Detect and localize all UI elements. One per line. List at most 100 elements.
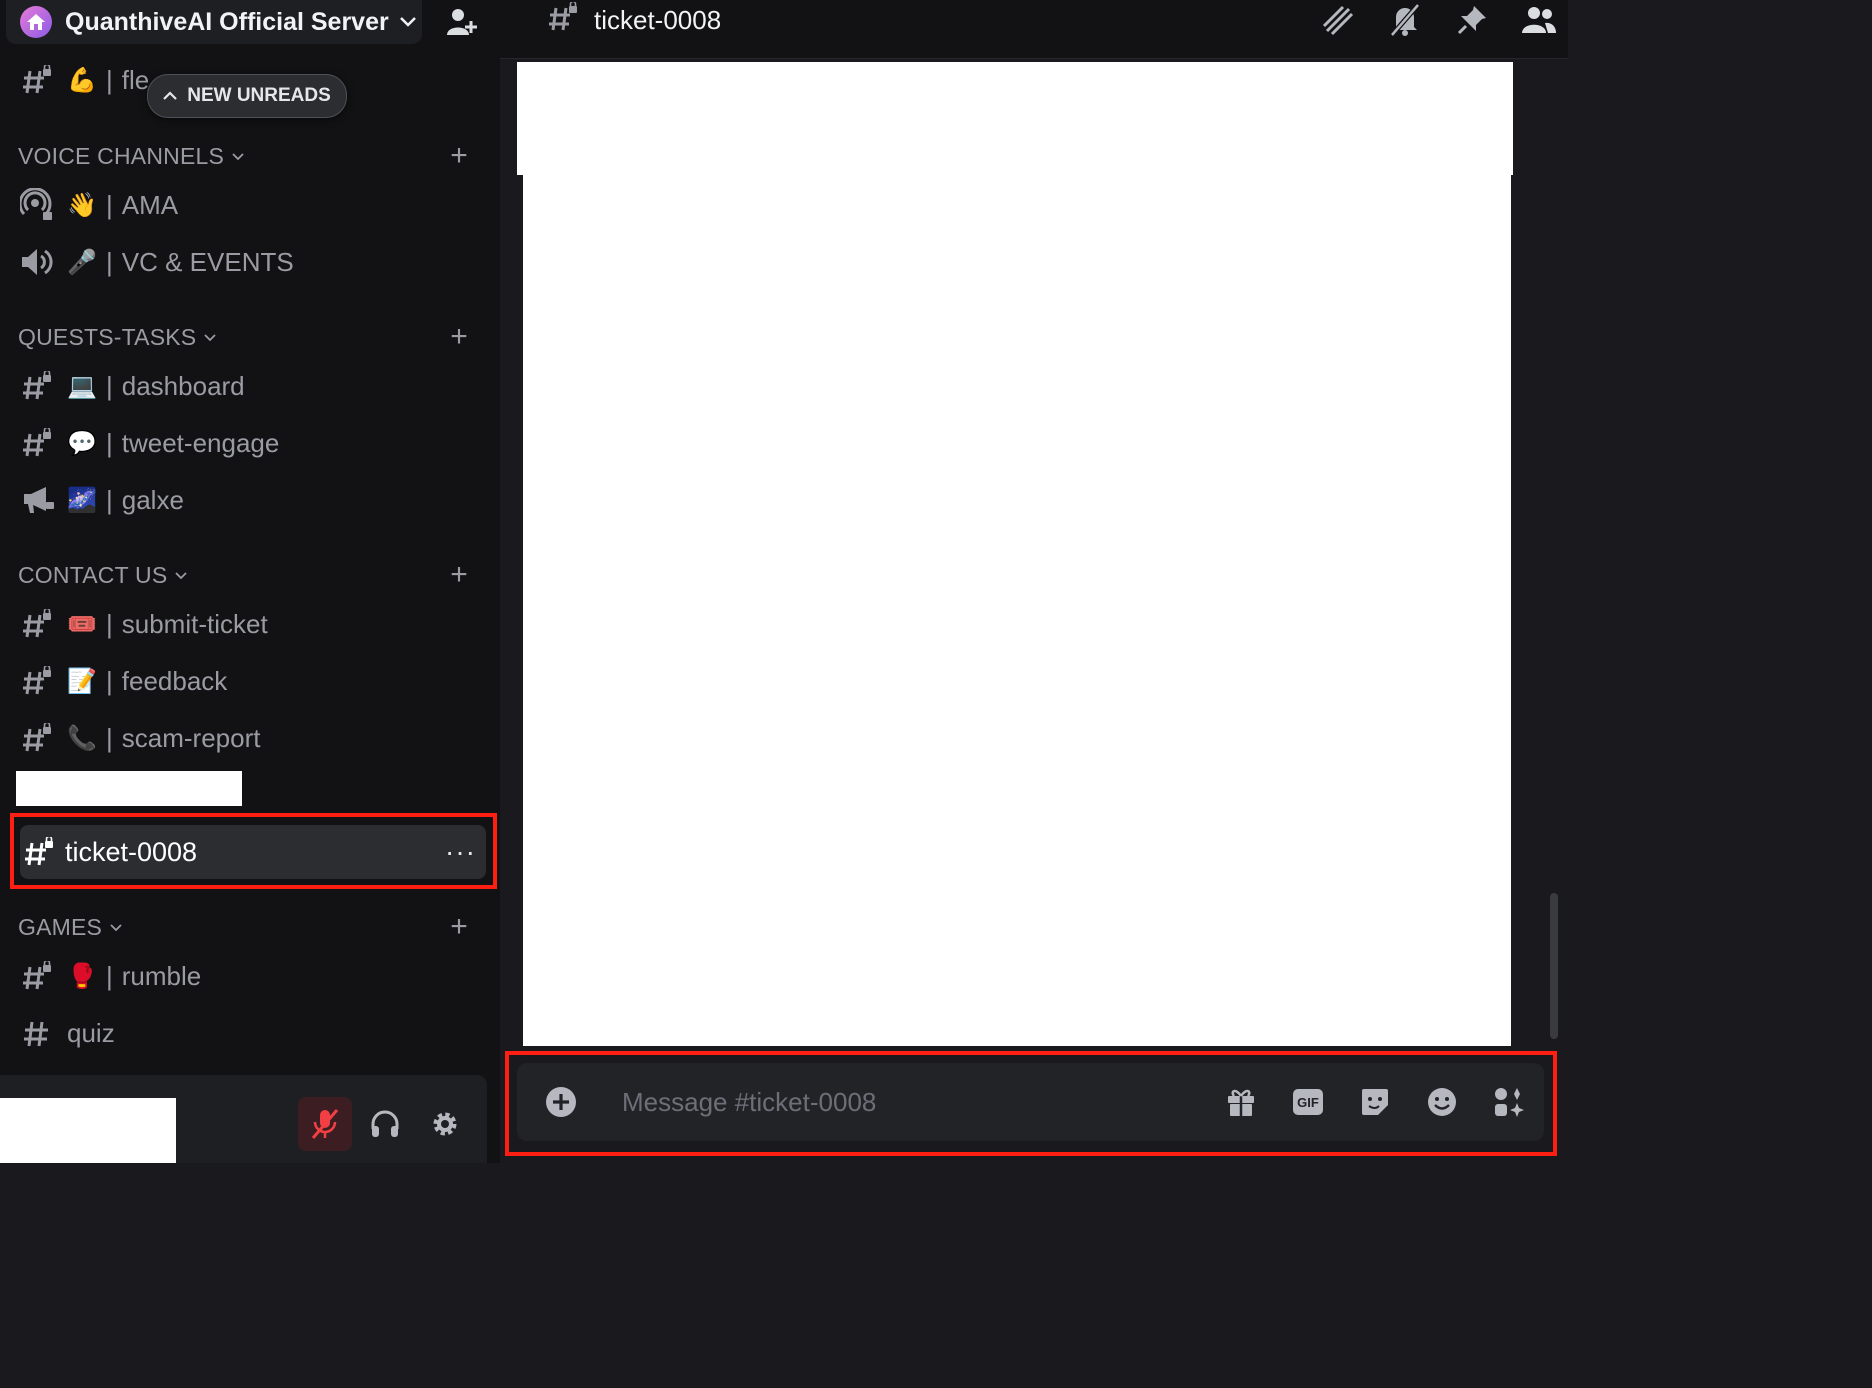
message-scrollbar[interactable] <box>1550 893 1558 1039</box>
locked-hash-icon <box>18 605 56 643</box>
channel-name: scam-report <box>121 722 261 753</box>
create-channel-plus-icon[interactable]: + <box>450 910 468 944</box>
channel-emoji: 📞 <box>67 724 97 752</box>
category-voice-channels[interactable]: VOICE CHANNELS + <box>18 139 478 173</box>
separator: | <box>106 64 113 95</box>
create-channel-plus-icon[interactable]: + <box>450 558 468 592</box>
chevron-up-icon <box>163 88 177 104</box>
channel-title-text: ticket-0008 <box>594 4 722 35</box>
channel-emoji: 💬 <box>67 429 97 457</box>
hash-icon <box>18 1014 56 1052</box>
pinned-messages-button[interactable] <box>1452 2 1492 38</box>
locked-hash-icon <box>20 833 58 871</box>
category-games[interactable]: GAMES + <box>18 910 478 944</box>
pin-icon <box>1457 6 1486 35</box>
message-input[interactable]: Message #ticket-0008 <box>622 1087 876 1118</box>
member-list-button[interactable] <box>1519 2 1559 38</box>
separator: | <box>106 665 113 696</box>
more-options-icon[interactable]: ··· <box>445 836 476 868</box>
channel-emoji: 💪 <box>67 66 97 94</box>
emoji-smile-icon <box>1428 1088 1456 1116</box>
redacted-category-label <box>16 771 242 806</box>
channel-name: rumble <box>121 960 202 991</box>
channel-ticket-0008[interactable]: ticket-0008 ··· <box>20 825 486 879</box>
category-contact-us[interactable]: CONTACT US + <box>18 558 478 592</box>
channel-emoji: 📝 <box>67 667 97 695</box>
emoji-button[interactable] <box>1422 1082 1462 1122</box>
plus-circle-icon <box>546 1087 576 1117</box>
channel-name: submit-ticket <box>121 608 268 639</box>
create-channel-plus-icon[interactable]: + <box>450 139 468 173</box>
redacted-message-top <box>517 62 1513 175</box>
locked-hash-icon <box>18 719 56 757</box>
category-label: QUESTS-TASKS <box>18 323 197 350</box>
sticker-button[interactable] <box>1355 1082 1395 1122</box>
channel-name: feedback <box>121 665 228 696</box>
invite-people-button[interactable] <box>440 2 484 42</box>
sticker-icon <box>1362 1089 1388 1115</box>
separator: | <box>106 246 113 277</box>
channel-quiz[interactable]: quiz <box>16 1008 486 1058</box>
channel-rumble[interactable]: 🥊 | rumble <box>16 951 486 1001</box>
members-icon <box>1522 7 1556 33</box>
locked-hash-icon <box>18 662 56 700</box>
threads-icon <box>1322 5 1354 36</box>
channel-name: quiz <box>67 1017 115 1048</box>
channel-submit-ticket[interactable]: 🎟️ | submit-ticket <box>16 599 486 649</box>
channel-emoji: 🥊 <box>67 962 97 990</box>
category-quests-tasks[interactable]: QUESTS-TASKS + <box>18 320 478 354</box>
separator: | <box>106 484 113 515</box>
gif-button[interactable]: GIF <box>1288 1082 1328 1122</box>
category-label: GAMES <box>18 913 103 940</box>
locked-hash-icon <box>18 367 56 405</box>
separator: | <box>106 960 113 991</box>
chevron-down-icon <box>399 12 417 33</box>
user-settings-button[interactable] <box>418 1097 472 1151</box>
channel-name: dashboard <box>121 370 245 401</box>
muted-bell-icon <box>1390 3 1420 37</box>
channel-ama[interactable]: 👋 | AMA <box>16 180 486 230</box>
locked-hash-icon <box>548 0 578 39</box>
gift-icon <box>1228 1089 1254 1116</box>
create-channel-plus-icon[interactable]: + <box>450 320 468 354</box>
channel-emoji: 👋 <box>67 191 97 219</box>
headphones-icon <box>371 1110 399 1137</box>
voice-channel-icon <box>18 243 56 281</box>
redacted-user-info <box>0 1098 176 1163</box>
channel-feedback[interactable]: 📝 | feedback <box>16 656 486 706</box>
gif-icon: GIF <box>1293 1089 1323 1115</box>
apps-button[interactable] <box>1489 1082 1529 1122</box>
chevron-down-icon <box>175 567 188 583</box>
chevron-down-icon <box>110 919 122 935</box>
new-unreads-label: NEW UNREADS <box>187 85 331 106</box>
threads-button[interactable] <box>1318 2 1358 38</box>
gift-button[interactable] <box>1221 1082 1261 1122</box>
channel-vc-events[interactable]: 🎤 | VC & EVENTS <box>16 237 486 287</box>
chevron-down-icon <box>232 148 244 164</box>
channel-scam-report[interactable]: 📞 | scam-report <box>16 713 486 763</box>
server-name: QuanthiveAI Official Server <box>65 7 389 36</box>
channel-galxe[interactable]: 🌌 | galxe <box>16 475 486 525</box>
channel-title: ticket-0008 <box>548 0 721 40</box>
channel-name: fle <box>121 64 150 95</box>
separator: | <box>106 427 113 458</box>
channel-dashboard[interactable]: 💻 | dashboard <box>16 361 486 411</box>
apps-sparkle-icon <box>1495 1088 1524 1117</box>
deafen-button[interactable] <box>358 1097 412 1151</box>
server-icon <box>20 6 52 38</box>
message-composer[interactable]: Message #ticket-0008 GIF <box>517 1063 1544 1141</box>
server-header[interactable]: QuanthiveAI Official Server <box>6 0 422 44</box>
new-unreads-button[interactable]: NEW UNREADS <box>147 74 347 118</box>
notification-settings-button[interactable] <box>1385 2 1425 38</box>
gear-icon <box>433 1112 457 1136</box>
channel-name: tweet-engage <box>121 427 280 458</box>
redacted-message-area <box>523 175 1511 1046</box>
category-label: VOICE CHANNELS <box>18 142 225 169</box>
upload-plus-button[interactable] <box>545 1086 577 1118</box>
separator: | <box>106 722 113 753</box>
separator: | <box>106 608 113 639</box>
channel-emoji: 💻 <box>67 372 97 400</box>
channel-tweet-engage[interactable]: 💬 | tweet-engage <box>16 418 486 468</box>
announcement-channel-icon <box>18 481 56 519</box>
mute-microphone-button[interactable] <box>298 1097 352 1151</box>
